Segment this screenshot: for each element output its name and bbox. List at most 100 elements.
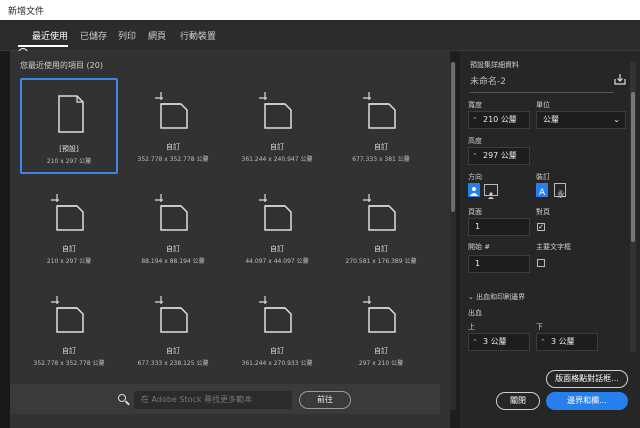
binding-label: 裝訂: [536, 173, 550, 181]
start-page-label: 開始 #: [468, 243, 491, 251]
recent-preset-item[interactable]: 自訂 677.333 x 381 公釐: [332, 78, 430, 174]
height-value: 297 公釐: [483, 151, 517, 160]
preset-name: 自訂: [166, 245, 180, 253]
active-tab-indicator: [18, 45, 68, 47]
window-edge: [0, 51, 10, 428]
pages-value: 1: [475, 222, 481, 231]
primary-text-frame-checkbox[interactable]: [537, 259, 545, 267]
stepper-icon[interactable]: ⌃: [540, 334, 546, 350]
unit-select[interactable]: 公釐 ⌄: [536, 111, 626, 129]
recent-heading: 您最近使用的項目 (20): [20, 61, 103, 70]
preset-name: 自訂: [62, 245, 76, 253]
unit-value: 公釐: [543, 115, 559, 124]
tab-saved[interactable]: 已儲存: [80, 29, 107, 42]
preset-size: 352.778 x 352.778 公釐: [137, 156, 209, 163]
stepper-icon[interactable]: ⌃: [472, 148, 478, 164]
width-field[interactable]: ⌃ 210 公釐: [468, 111, 530, 129]
stock-search-input[interactable]: 在 Adobe Stock 尋找更多範本: [134, 391, 292, 409]
preset-size: 352.778 x 352.778 公釐: [33, 360, 105, 367]
tab-print[interactable]: 列印: [118, 29, 136, 42]
preset-size: 297 x 210 公釐: [358, 360, 404, 367]
details-scrollbar[interactable]: [630, 62, 636, 352]
artboard-icon: [363, 92, 396, 129]
preset-name: 自訂: [374, 143, 388, 151]
preset-name: 自訂: [374, 347, 388, 355]
width-value: 210 公釐: [483, 115, 517, 124]
close-button[interactable]: 關閉: [496, 392, 540, 410]
pages-field[interactable]: 1: [468, 218, 530, 236]
category-tabs: 最近使用 已儲存 列印 網頁 行動裝置: [0, 20, 640, 58]
scroll-thumb[interactable]: [631, 92, 635, 242]
tab-recent[interactable]: 最近使用: [32, 29, 68, 42]
right-binding-icon[interactable]: 永: [554, 183, 566, 199]
recent-preset-item[interactable]: 自訂 361.244 x 270.933 公釐: [228, 282, 326, 378]
search-icon: [118, 394, 126, 402]
artboard-icon: [155, 194, 188, 231]
recent-preset-item[interactable]: 自訂 677.333 x 238.125 公釐: [124, 282, 222, 378]
artboard-icon: [259, 296, 292, 333]
bleed-top-value: 3 公釐: [483, 337, 507, 346]
layout-grid-dialog-button[interactable]: 版面格點對話框...: [546, 370, 628, 388]
artboard-icon: [363, 194, 396, 231]
preset-size: 88.194 x 88.194 公釐: [141, 258, 205, 265]
recent-preset-item[interactable]: [預設] 210 x 297 公釐: [20, 78, 118, 174]
artboard-icon: [155, 92, 188, 129]
unit-label: 單位: [536, 101, 550, 109]
preset-size: 361.244 x 270.933 公釐: [241, 360, 313, 367]
recent-preset-item[interactable]: 自訂 352.778 x 352.778 公釐: [124, 78, 222, 174]
recent-preset-item[interactable]: 自訂 270.581 x 176.389 公釐: [332, 180, 430, 276]
bleed-bottom-value: 3 公釐: [551, 337, 575, 346]
recent-preset-item[interactable]: 自訂 297 x 210 公釐: [332, 282, 430, 378]
width-label: 寬度: [468, 101, 482, 109]
tab-mobile[interactable]: 行動裝置: [180, 29, 216, 42]
start-page-field[interactable]: 1: [468, 255, 530, 273]
chevron-down-icon: ⌄: [613, 115, 620, 124]
go-button[interactable]: 前往: [299, 391, 351, 409]
preset-size: 361.244 x 240.947 公釐: [241, 156, 313, 163]
preset-size: 210 x 297 公釐: [46, 158, 92, 165]
start-page-value: 1: [475, 259, 481, 268]
bleed-label: 出血: [468, 309, 482, 317]
preset-name: 自訂: [270, 245, 284, 253]
preset-name: 自訂: [270, 347, 284, 355]
artboard-icon: [155, 296, 188, 333]
landscape-orientation-icon[interactable]: [484, 184, 498, 199]
portrait-orientation-icon[interactable]: [468, 183, 480, 197]
orientation-label: 方向: [468, 173, 482, 181]
save-preset-icon[interactable]: [614, 73, 626, 85]
document-name-field[interactable]: 未命名-2: [470, 72, 614, 93]
recent-preset-item[interactable]: 自訂 210 x 297 公釐: [20, 180, 118, 276]
scroll-thumb[interactable]: [451, 62, 455, 212]
preset-size: 270.581 x 176.389 公釐: [345, 258, 417, 265]
facing-pages-checkbox[interactable]: ✓: [537, 223, 545, 231]
margins-columns-button[interactable]: 邊界和欄...: [546, 392, 628, 410]
chevron-down-icon: ⌄: [468, 293, 477, 301]
preset-name: 自訂: [166, 143, 180, 151]
bleed-top-label: 上: [468, 323, 475, 331]
artboard-icon: [259, 194, 292, 231]
artboard-icon: [51, 296, 84, 333]
preset-heading: 預設集詳細資料: [470, 61, 519, 69]
recent-preset-item[interactable]: 自訂 88.194 x 88.194 公釐: [124, 180, 222, 276]
tab-web[interactable]: 網頁: [148, 29, 166, 42]
stepper-icon[interactable]: ⌃: [472, 112, 478, 128]
recent-scrollbar[interactable]: [450, 62, 456, 410]
preset-name: 自訂: [166, 347, 180, 355]
artboard-icon: [363, 296, 396, 333]
bleed-top-field[interactable]: ⌃ 3 公釐: [468, 333, 530, 351]
artboard-icon: [51, 194, 84, 231]
recent-preset-item[interactable]: 自訂 361.244 x 240.947 公釐: [228, 78, 326, 174]
recent-preset-item[interactable]: 自訂 44.097 x 44.097 公釐: [228, 180, 326, 276]
recent-preset-item[interactable]: 自訂 352.778 x 352.778 公釐: [20, 282, 118, 378]
title-bar: 新增文件: [0, 0, 640, 20]
bleed-bottom-field[interactable]: ⌃ 3 公釐: [536, 333, 598, 351]
preset-size: 677.333 x 381 公釐: [352, 156, 410, 163]
left-binding-icon[interactable]: A: [536, 183, 548, 198]
pages-label: 頁面: [468, 208, 482, 216]
height-field[interactable]: ⌃ 297 公釐: [468, 147, 530, 165]
height-label: 高度: [468, 137, 482, 145]
bleed-section-toggle[interactable]: ⌄ 出血和印刷邊界: [468, 292, 525, 302]
preset-name: 自訂: [62, 347, 76, 355]
stepper-icon[interactable]: ⌃: [472, 334, 478, 350]
svg-text:A: A: [539, 188, 546, 198]
